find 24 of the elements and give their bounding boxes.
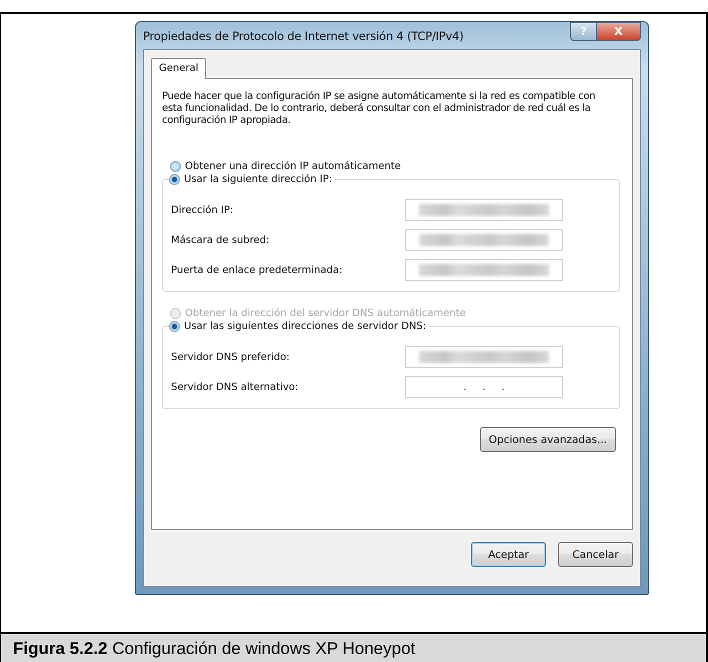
radio-button[interactable] xyxy=(169,174,180,185)
radio-button[interactable] xyxy=(170,161,181,172)
radio-label: Obtener la dirección del servidor DNS automáticamente xyxy=(185,308,466,319)
window-title: Propiedades de Protocolo de Internet versión 4 (TCP/IPv4) xyxy=(143,28,464,42)
field-label: Servidor DNS preferido: xyxy=(171,352,290,362)
tab[interactable]: General xyxy=(151,58,206,79)
ok-button[interactable]: Aceptar xyxy=(471,542,546,567)
radio-label: Obtener una dirección IP automáticamente xyxy=(185,161,401,172)
cancel-button[interactable]: Cancelar xyxy=(558,542,633,567)
input-field[interactable]: . . . xyxy=(405,376,563,398)
field-label: Puerta de enlace predeterminada: xyxy=(171,264,342,276)
input-field[interactable] xyxy=(405,199,563,221)
radio-label: Usar la siguiente dirección IP: xyxy=(184,174,332,185)
figure-caption: Figura 5.2.2 Configuración de windows XP Honeypot xyxy=(1,632,706,662)
advanced-options-button[interactable]: Opciones avanzadas... xyxy=(480,427,616,452)
field-label: Dirección IP: xyxy=(171,204,234,216)
input-field[interactable] xyxy=(405,259,563,281)
field-label: Servidor DNS alternativo: xyxy=(171,382,298,392)
radio-button[interactable] xyxy=(169,321,180,332)
description-text: Puede hacer que la configuración IP se asigne automáticamente si la red es compatible con esta funcionalidad. De lo contrario, deberá consultar con el administrador de red cuál es la configuración IP apropiada. xyxy=(162,91,596,127)
input-field[interactable] xyxy=(405,346,563,368)
input-field[interactable] xyxy=(405,229,563,251)
field-label: Máscara de subred: xyxy=(171,234,270,246)
radio-label: Usar las siguientes direcciones de servidor DNS: xyxy=(184,321,426,332)
